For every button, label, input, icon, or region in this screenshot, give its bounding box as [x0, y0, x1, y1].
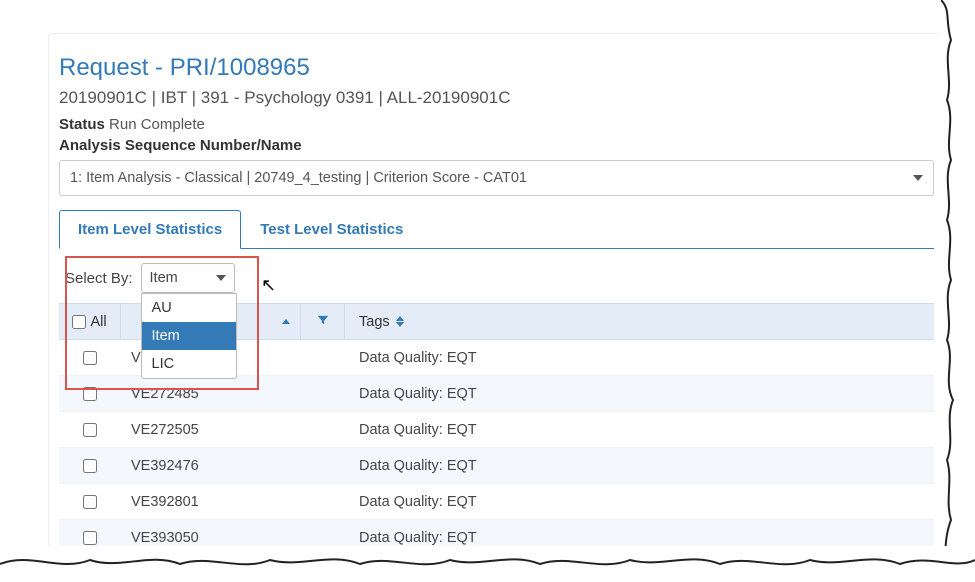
select-by-label: Select By: [65, 270, 133, 287]
sequence-select-value: 1: Item Analysis - Classical | 20749_4_t… [70, 170, 527, 186]
table-row: VE272505 Data Quality: EQT [59, 412, 934, 448]
page-subtitle: 20190901C | IBT | 391 - Psychology 0391 … [59, 88, 934, 108]
row-checkbox-cell [59, 340, 121, 375]
header-all-label: All [90, 314, 106, 330]
row-checkbox-cell [59, 376, 121, 411]
status-line: Status Run Complete [59, 116, 934, 133]
row-checkbox-cell [59, 412, 121, 447]
header-checkbox-all[interactable]: All [59, 304, 121, 339]
select-by-option-item[interactable]: Item [142, 322, 236, 350]
chevron-down-icon [913, 175, 923, 181]
table-row: VE272485 Data Quality: EQT [59, 376, 934, 412]
table-row: VE392476 Data Quality: EQT [59, 448, 934, 484]
chevron-down-icon [216, 275, 226, 281]
header-tags[interactable]: Tags [345, 314, 934, 330]
row-spacer [301, 484, 345, 519]
main-panel: Request - PRI/1008965 20190901C | IBT | … [48, 33, 945, 582]
table-row: VE392801 Data Quality: EQT [59, 484, 934, 520]
row-item-id: VE393050 [121, 520, 301, 555]
row-checkbox-cell [59, 448, 121, 483]
tab-item-level[interactable]: Item Level Statistics [59, 210, 241, 249]
row-tags: Data Quality: EQT [345, 530, 934, 546]
tabs: Item Level Statistics Test Level Statist… [59, 210, 934, 249]
row-item-id: VE392801 [121, 484, 301, 519]
row-tags: Data Quality: EQT [345, 458, 934, 474]
checkbox-all[interactable] [72, 315, 86, 329]
row-spacer [301, 340, 345, 375]
row-spacer [301, 520, 345, 555]
header-filter[interactable] [301, 304, 345, 339]
select-by-option-au[interactable]: AU [142, 294, 236, 322]
select-by-option-lic[interactable]: LIC [142, 350, 236, 378]
row-checkbox[interactable] [83, 495, 97, 509]
row-item-id: VE392476 [121, 448, 301, 483]
row-checkbox[interactable] [83, 387, 97, 401]
select-by-dropdown-menu: AU Item LIC [141, 293, 237, 379]
row-tags: Data Quality: EQT [345, 350, 934, 366]
row-checkbox-cell [59, 520, 121, 555]
row-item-id: VE272505 [121, 412, 301, 447]
filter-icon [316, 313, 330, 331]
sequence-label: Analysis Sequence Number/Name [59, 137, 934, 154]
table-row: VE393050 Data Quality: EQT [59, 520, 934, 556]
row-tags: Data Quality: EQT [345, 494, 934, 510]
row-checkbox[interactable] [83, 459, 97, 473]
row-tags: Data Quality: EQT [345, 422, 934, 438]
tab-test-level[interactable]: Test Level Statistics [241, 210, 422, 248]
sort-icon [282, 319, 290, 324]
status-label: Status [59, 116, 105, 133]
status-value: Run Complete [109, 116, 205, 133]
header-tags-label: Tags [359, 314, 390, 330]
row-spacer [301, 448, 345, 483]
row-tags: Data Quality: EQT [345, 386, 934, 402]
row-spacer [301, 412, 345, 447]
row-spacer [301, 376, 345, 411]
row-checkbox-cell [59, 484, 121, 519]
row-checkbox[interactable] [83, 531, 97, 545]
select-by-value: Item [150, 270, 178, 286]
row-checkbox[interactable] [83, 423, 97, 437]
controls-row: Select By: Item AU Item LIC [59, 249, 934, 303]
select-by-dropdown[interactable]: Item AU Item LIC [141, 263, 235, 293]
sort-icon [396, 316, 404, 327]
sequence-select[interactable]: 1: Item Analysis - Classical | 20749_4_t… [59, 160, 934, 196]
row-item-id: VE272485 [121, 376, 301, 411]
torn-edge-right [941, 0, 975, 582]
page-title: Request - PRI/1008965 [59, 54, 934, 82]
row-checkbox[interactable] [83, 351, 97, 365]
